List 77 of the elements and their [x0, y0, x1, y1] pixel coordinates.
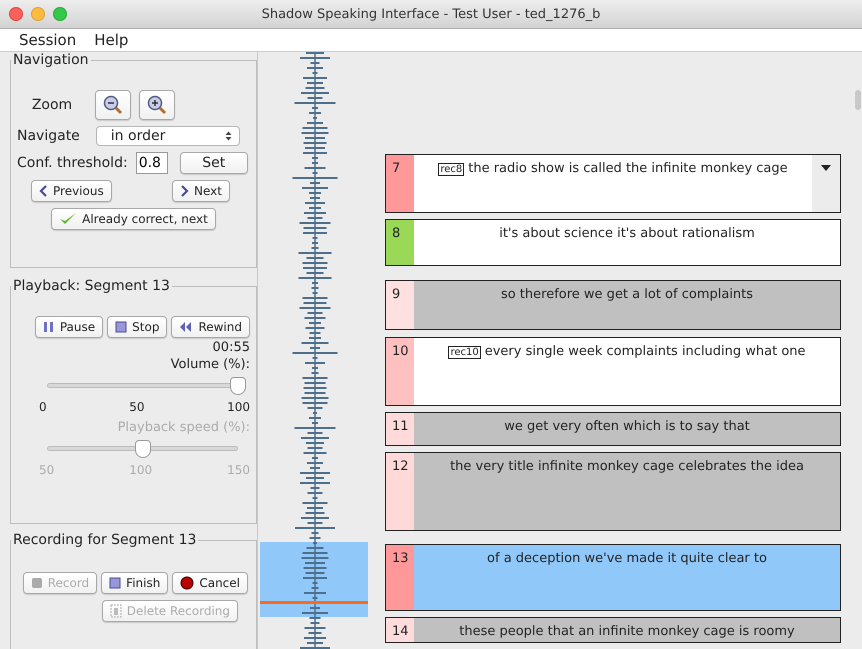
segment-text: the very title infinite monkey cage celebrates the idea [450, 459, 804, 474]
segment-text: so therefore we get a lot of complaints [500, 287, 754, 302]
record-icon [30, 577, 43, 589]
recording-button[interactable]: Finish [101, 572, 168, 594]
segment-row[interactable]: 8 it's about science it's about rationalism [385, 219, 841, 266]
elapsed-time: 00:55 [212, 340, 250, 355]
chevron-left-icon [39, 185, 48, 197]
recording-tag[interactable]: rec8 [438, 163, 464, 176]
segment-text: of a deception we've made it quite clear to [487, 551, 767, 566]
tick-label: 100 [129, 463, 152, 477]
zoom-button[interactable] [53, 7, 67, 21]
zoom-out-icon [102, 94, 124, 116]
panel-title: Playback: Segment 13 [12, 278, 171, 294]
recording-tag[interactable]: rec10 [448, 346, 481, 359]
tick-label: 50 [39, 463, 54, 477]
segment-row[interactable]: 14 these people that an infinite monkey cage is roomy [385, 617, 841, 643]
slider-label: Volume (%): [170, 357, 250, 372]
segment-number: 14 [386, 618, 414, 642]
segment-text: it's about science it's about rationalism [499, 226, 755, 241]
caret-icon [821, 165, 831, 171]
finish-icon [109, 577, 122, 589]
segment-text: we get very often which is to say that [504, 419, 750, 434]
zoom-in-icon [146, 94, 168, 116]
segment-row[interactable]: 10 rec10 every single week complaints including what one [385, 337, 841, 406]
segment-number: 11 [386, 413, 414, 445]
checkmark-icon [59, 212, 78, 226]
recording-button[interactable]: Cancel [172, 572, 248, 594]
segment-number: 12 [386, 453, 414, 530]
stop-icon [115, 321, 128, 333]
segment-number: 9 [386, 281, 414, 329]
tick-label: 0 [39, 400, 47, 414]
updown-arrows-icon [224, 131, 232, 141]
segment-number: 13 [386, 545, 414, 610]
minimize-button[interactable] [31, 7, 45, 21]
next-button[interactable]: Next [172, 180, 230, 202]
panel-title: Recording for Segment 13 [12, 532, 198, 548]
trash-icon [110, 604, 122, 618]
tick-label: 150 [227, 463, 250, 477]
set-button[interactable]: Set [180, 152, 248, 174]
zoom-out-button[interactable] [95, 90, 131, 120]
tick-label: 50 [129, 400, 144, 414]
dropdown-button[interactable] [812, 155, 840, 212]
segment-text: every single week complaints including what one [484, 344, 806, 359]
slider-handle[interactable] [230, 377, 246, 395]
rewind-icon [179, 321, 194, 333]
menu-item[interactable]: Session [12, 31, 84, 49]
segment-row[interactable]: 7 rec8 the radio show is called the infinite monkey cage [385, 154, 841, 213]
playback-button[interactable]: Stop [107, 316, 168, 338]
threshold-label: Conf. threshold: [17, 155, 128, 171]
tick-label: 100 [227, 400, 250, 414]
playback-button[interactable]: Pause [34, 316, 104, 338]
navigate-label: Navigate [17, 128, 80, 144]
cancel-icon [180, 576, 194, 590]
zoom-in-button[interactable] [139, 90, 175, 120]
segment-row[interactable]: 13 of a deception we've made it quite clear to [385, 544, 841, 611]
segment-row[interactable]: 11 we get very often which is to say that [385, 412, 841, 446]
menu-item[interactable]: Help [87, 31, 136, 49]
pause-icon [42, 321, 55, 333]
panel-title: Navigation [12, 52, 90, 68]
previous-button[interactable]: Previous [31, 180, 112, 202]
segment-text: these people that an infinite monkey cage is roomy [459, 624, 795, 639]
slider-label: Playback speed (%): [118, 420, 250, 435]
close-button[interactable] [9, 7, 23, 21]
navigate-dropdown[interactable]: in order [96, 126, 240, 146]
zoom-label: Zoom [30, 97, 74, 113]
playback-button[interactable]: Rewind [171, 316, 250, 338]
segment-number: 10 [386, 338, 414, 405]
chevron-right-icon [180, 185, 190, 197]
threshold-field[interactable]: 0.8 [136, 152, 168, 174]
window-title: Shadow Speaking Interface - Test User - ted_1276_b [262, 6, 600, 22]
segment-number: 8 [386, 220, 414, 265]
segment-text: the radio show is called the infinite monkey cage [468, 161, 788, 176]
segment-row[interactable]: 9 so therefore we get a lot of complaints [385, 280, 841, 330]
scrollbar[interactable] [855, 90, 861, 110]
already-correct-button[interactable]: Already correct, next [51, 208, 216, 230]
segment-number: 7 [386, 155, 414, 212]
segment-row[interactable]: 12 the very title infinite monkey cage celebrates the idea [385, 452, 841, 531]
